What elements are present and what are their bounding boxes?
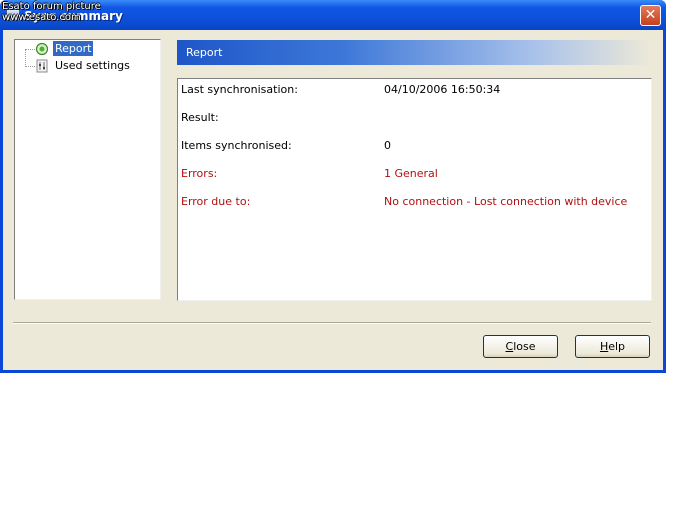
watermark-line-2: www.esato.com xyxy=(2,12,81,23)
watermark: Esato forum picture www.esato.com xyxy=(2,1,101,23)
report-panel: Last synchronisation: 04/10/2006 16:50:3… xyxy=(177,78,652,301)
row-value: 0 xyxy=(384,139,391,152)
row-label: Last synchronisation: xyxy=(181,83,298,96)
row-value: 1 General xyxy=(384,167,438,180)
row-label: Error due to: xyxy=(181,195,251,208)
report-row-error-due-to: Error due to: No connection - Lost conne… xyxy=(181,195,646,209)
row-value: 04/10/2006 16:50:34 xyxy=(384,83,501,96)
report-row-errors: Errors: 1 General xyxy=(181,167,646,181)
report-row-items-synchronised: Items synchronised: 0 xyxy=(181,139,646,153)
watermark-line-1: Esato forum picture xyxy=(2,1,101,12)
row-label: Items synchronised: xyxy=(181,139,292,152)
tree-item-label: Report xyxy=(51,40,95,57)
report-row-last-sync: Last synchronisation: 04/10/2006 16:50:3… xyxy=(181,83,646,97)
dialog-body: Report Used settings Report Last synchro… xyxy=(3,30,663,370)
close-icon[interactable]: ✕ xyxy=(640,5,661,26)
tree-connector xyxy=(25,49,26,67)
report-icon xyxy=(35,42,49,56)
report-header: Report xyxy=(177,40,651,65)
row-label: Errors: xyxy=(181,167,218,180)
tree-connector xyxy=(25,49,35,50)
close-button[interactable]: Close xyxy=(483,335,558,358)
navigation-tree[interactable]: Report Used settings xyxy=(14,39,161,300)
report-header-title: Report xyxy=(186,46,223,59)
settings-icon xyxy=(36,59,48,73)
tree-item-label: Used settings xyxy=(55,59,130,72)
divider xyxy=(13,322,651,324)
report-row-result: Result: xyxy=(181,111,646,125)
sync-summary-window: Sync summary ✕ Esato forum picture www.e… xyxy=(0,0,666,373)
tree-connector xyxy=(25,66,35,67)
row-label: Result: xyxy=(181,111,219,124)
row-value: No connection - Lost connection with dev… xyxy=(384,195,628,208)
help-button[interactable]: Help xyxy=(575,335,650,358)
